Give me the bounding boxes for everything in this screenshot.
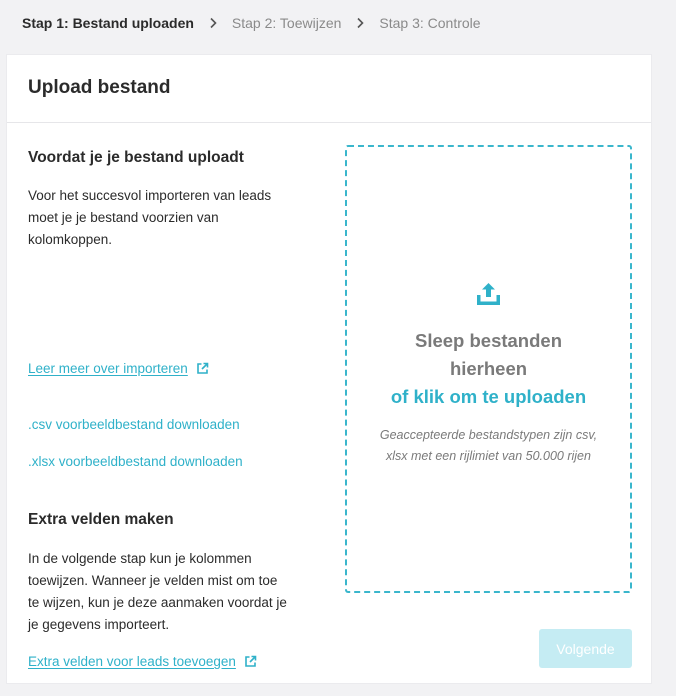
link-label: Extra velden voor leads toevoegen <box>28 654 236 669</box>
stepper: Stap 1: Bestand uploaden Stap 2: Toewijz… <box>22 14 481 32</box>
learn-more-import-link[interactable]: Leer meer over importeren <box>28 361 209 376</box>
file-dropzone[interactable]: Sleep bestanden hierheen of klik om te u… <box>345 145 632 593</box>
text-line: xlsx met een rijlimiet van 50.000 rijen <box>386 449 591 463</box>
before-upload-text: Voor het succesvol importeren van leads … <box>28 185 318 251</box>
upload-icon <box>477 283 500 305</box>
xlsx-sample-download-link[interactable]: .xlsx voorbeeldbestand downloaden <box>28 454 243 469</box>
add-extra-fields-link[interactable]: Extra velden voor leads toevoegen <box>28 654 257 669</box>
text-line: hierheen <box>449 358 528 379</box>
dropzone-main-text: Sleep bestanden hierheen <box>347 327 630 383</box>
external-link-icon <box>245 655 257 667</box>
step-upload: Stap 1: Bestand uploaden <box>22 15 194 31</box>
click-to-upload-link[interactable]: of klik om te uploaden <box>347 383 630 411</box>
text-line: Geaccepteerde bestandstypen zijn csv, <box>379 428 598 442</box>
text-line: toewijzen. Wanneer je velden mist om toe <box>28 573 278 588</box>
text-line: te wijzen, kun je deze aanmaken voordat … <box>28 595 287 610</box>
extra-fields-text: In de volgende stap kun je kolommen toew… <box>28 548 328 636</box>
step-assign: Stap 2: Toewijzen <box>231 15 342 31</box>
divider <box>7 122 651 123</box>
chevron-right-icon <box>341 17 379 29</box>
link-label: Leer meer over importeren <box>28 361 188 376</box>
text-line: kolomkoppen. <box>28 232 113 247</box>
text-line: Sleep bestanden <box>414 330 562 351</box>
next-button[interactable]: Volgende <box>539 629 632 668</box>
extra-fields-heading: Extra velden maken <box>28 511 174 528</box>
step-review: Stap 3: Controle <box>379 15 481 31</box>
external-link-icon <box>197 362 209 374</box>
before-upload-heading: Voordat je je bestand uploadt <box>28 149 244 166</box>
card-title: Upload bestand <box>28 77 171 98</box>
csv-sample-download-link[interactable]: .csv voorbeeldbestand downloaden <box>28 417 240 432</box>
accepted-filetypes-note: Geaccepteerde bestandstypen zijn csv, xl… <box>359 425 618 467</box>
text-line: In de volgende stap kun je kolommen <box>28 551 252 566</box>
upload-card: Upload bestand Voordat je je bestand upl… <box>6 54 652 684</box>
text-line: moet je je bestand voorzien van <box>28 210 219 225</box>
text-line: je gegevens importeert. <box>28 617 170 632</box>
text-line: Voor het succesvol importeren van leads <box>28 188 272 203</box>
chevron-right-icon <box>194 17 232 29</box>
